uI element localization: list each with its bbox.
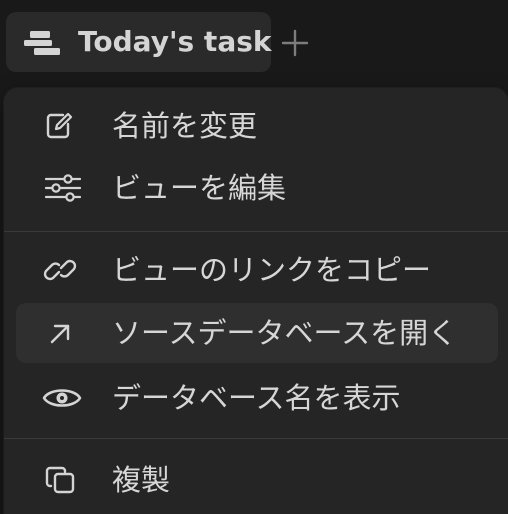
menu-item-label: 名前を変更 (112, 109, 258, 143)
menu-item-label: 複製 (112, 463, 171, 497)
arrow-up-right-icon (42, 318, 82, 348)
link-icon (42, 255, 82, 285)
menu-item-open-source-database[interactable]: ソースデータベースを開く (16, 303, 498, 363)
menu-item-label: データベース名を表示 (112, 381, 401, 415)
add-view-button[interactable] (278, 26, 312, 60)
menu-item-show-database-name[interactable]: データベース名を表示 (16, 368, 498, 428)
menu-divider (4, 231, 508, 232)
menu-item-rename[interactable]: 名前を変更 (16, 96, 498, 156)
menu-divider (4, 438, 508, 439)
eye-icon (42, 383, 82, 413)
view-options-menu: 名前を変更 ビューを編集 ビューのリンクをコピー ソースデータベースを開く デー… (4, 88, 508, 514)
table-view-icon (24, 31, 62, 55)
menu-item-duplicate[interactable]: 複製 (16, 450, 498, 510)
view-tab-todays-task[interactable]: Today's task (6, 12, 272, 72)
menu-item-edit-view[interactable]: ビューを編集 (16, 158, 498, 218)
app-root: Today's task 名前を変更 ビューを編集 ビューのリンクをコピー ソー… (0, 0, 508, 514)
plus-icon (281, 29, 309, 57)
sliders-icon (42, 173, 82, 203)
menu-item-copy-view-link[interactable]: ビューのリンクをコピー (16, 240, 498, 300)
view-tab-bar: Today's task (0, 0, 508, 84)
duplicate-icon (42, 465, 82, 495)
edit-icon (42, 111, 82, 141)
menu-item-label: ビューを編集 (112, 171, 287, 205)
view-tab-label: Today's task (78, 25, 272, 58)
menu-item-label: ビューのリンクをコピー (112, 253, 432, 287)
menu-item-label: ソースデータベースを開く (112, 316, 458, 350)
